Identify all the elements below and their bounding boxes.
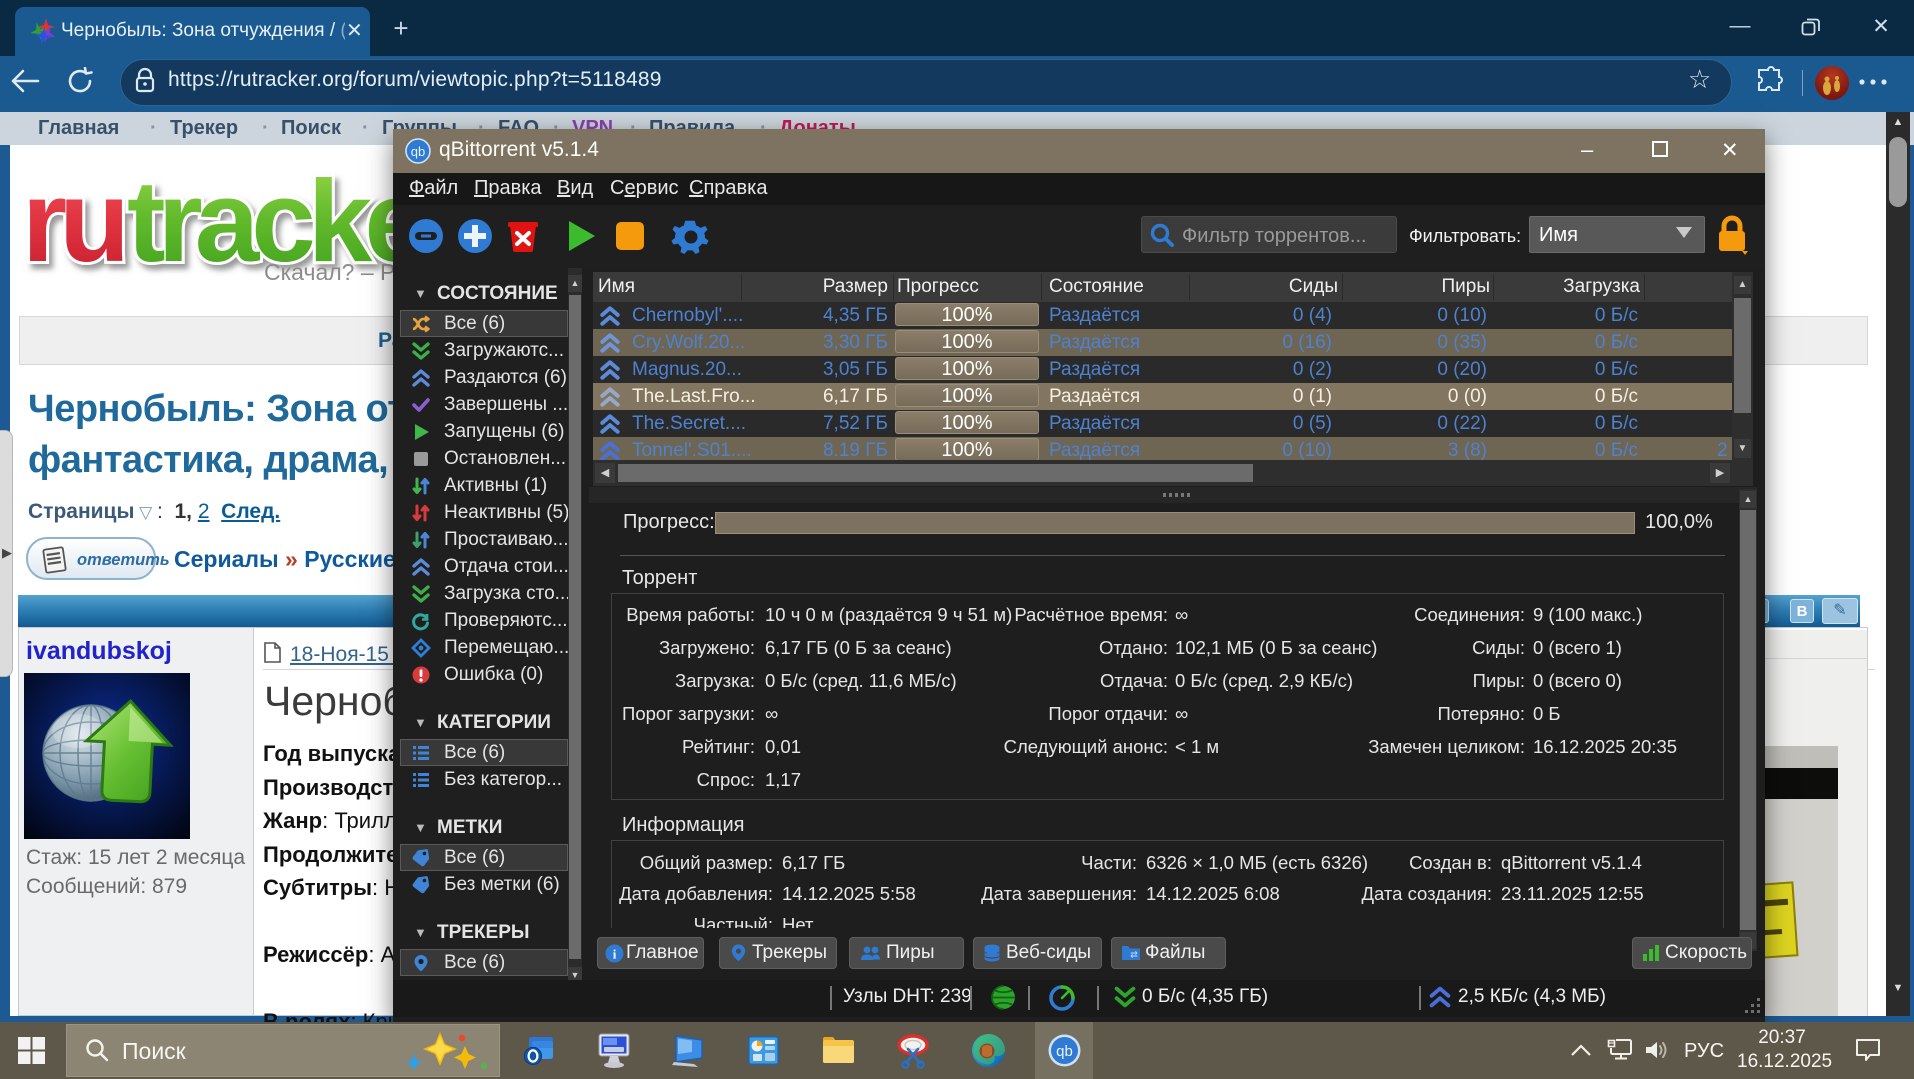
- svg-text:qb: qb: [1056, 1043, 1073, 1060]
- svg-text:ru: ru: [22, 156, 123, 286]
- svg-text:⇄: ⇄: [1130, 950, 1138, 960]
- svg-text:qb: qb: [411, 144, 425, 159]
- svg-text:i: i: [613, 947, 617, 962]
